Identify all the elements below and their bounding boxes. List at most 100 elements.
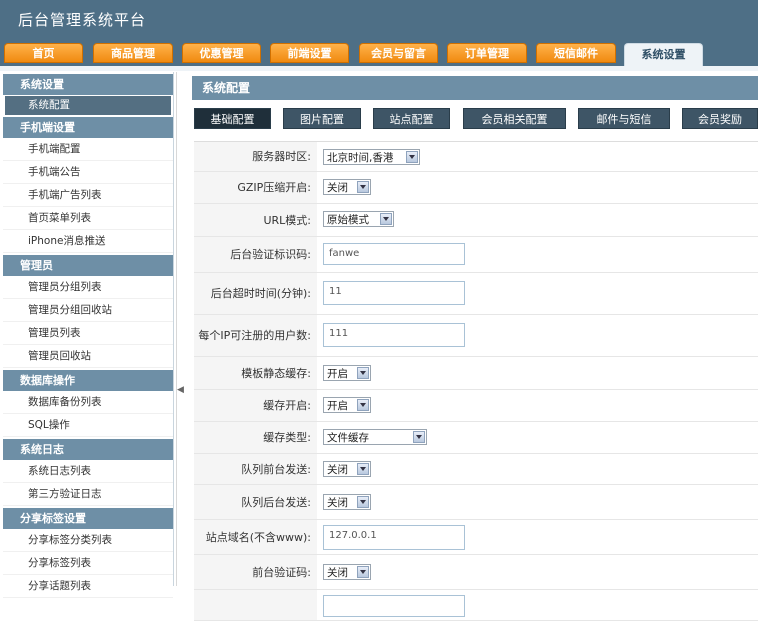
main-panel: 系统配置 基础配置 图片配置 站点配置 会员相关配置 邮件与短信 会员奖励 服务…	[184, 72, 758, 621]
tab-image-config[interactable]: 图片配置	[283, 108, 361, 129]
nav-tab-home[interactable]: 首页	[4, 43, 83, 63]
sidebar-item[interactable]: 分享话题列表	[3, 575, 173, 598]
field-label: 模板静态缓存:	[194, 357, 317, 389]
ip-limit-input[interactable]: 111	[323, 323, 465, 347]
config-form: 服务器时区: 北京时间,香港 GZIP压缩开启: 关闭 URL模式: 原始模式 …	[194, 141, 758, 621]
sidebar-group-title[interactable]: 数据库操作	[3, 370, 173, 391]
nav-tab-orders[interactable]: 订单管理	[447, 43, 527, 63]
sidebar-item[interactable]: 数据库备份列表	[3, 391, 173, 414]
form-row-timezone: 服务器时区: 北京时间,香港	[194, 142, 758, 172]
sidebar-item[interactable]: 手机端配置	[3, 138, 173, 161]
form-row-cache-type: 缓存类型: 文件缓存	[194, 422, 758, 454]
select-value: 关闭	[327, 567, 348, 579]
sidebar-group-title[interactable]: 管理员	[3, 255, 173, 276]
select-value: 开启	[327, 400, 348, 412]
gzip-select[interactable]: 关闭	[323, 179, 371, 195]
select-value: 原始模式	[327, 214, 369, 226]
sidebar-group-title[interactable]: 系统设置	[3, 74, 173, 95]
field-label	[194, 590, 317, 620]
nav-tab-members[interactable]: 会员与留言	[359, 43, 438, 63]
collapse-arrow-icon[interactable]: ◀	[177, 385, 184, 395]
sidebar: 系统设置 系统配置 手机端设置 手机端配置 手机端公告 手机端广告列表 首页菜单…	[3, 72, 174, 598]
select-value: 关闭	[327, 464, 348, 476]
tab-member-rewards[interactable]: 会员奖励	[682, 108, 758, 129]
field-label: URL模式:	[194, 204, 317, 236]
tab-email-sms[interactable]: 邮件与短信	[578, 108, 670, 129]
chevron-down-icon	[357, 399, 369, 411]
form-row-queue-back: 队列后台发送: 关闭	[194, 485, 758, 520]
form-row-gzip: GZIP压缩开启: 关闭	[194, 172, 758, 204]
sidebar-item-system-config[interactable]: 系统配置	[5, 96, 171, 115]
field-label: 每个IP可注册的用户数:	[194, 315, 317, 356]
sidebar-item[interactable]: 分享标签列表	[3, 552, 173, 575]
queue-back-select[interactable]: 关闭	[323, 494, 371, 510]
chevron-down-icon	[357, 566, 369, 578]
nav-tab-sms-email[interactable]: 短信邮件	[536, 43, 616, 63]
sidebar-group-title[interactable]: 系统日志	[3, 439, 173, 460]
chevron-down-icon	[357, 181, 369, 193]
page-title: 系统配置	[192, 76, 758, 100]
top-header: 后台管理系统平台 首页 商品管理 优惠管理 前端设置 会员与留言 订单管理 短信…	[0, 0, 758, 66]
field-label: 服务器时区:	[194, 142, 317, 171]
form-row-queue-front: 队列前台发送: 关闭	[194, 454, 758, 485]
sidebar-item[interactable]: 手机端公告	[3, 161, 173, 184]
sidebar-item[interactable]: iPhone消息推送	[3, 230, 173, 253]
select-value: 北京时间,香港	[327, 152, 394, 164]
field-label: 队列前台发送:	[194, 454, 317, 484]
sidebar-item[interactable]: 管理员分组列表	[3, 276, 173, 299]
form-row-cache-on: 缓存开启: 开启	[194, 390, 758, 422]
form-row-domain: 站点域名(不含www): 127.0.0.1	[194, 520, 758, 555]
timezone-select[interactable]: 北京时间,香港	[323, 149, 420, 165]
form-row-tpl-cache: 模板静态缓存: 开启	[194, 357, 758, 390]
field-label: 队列后台发送:	[194, 485, 317, 519]
tab-basic-config[interactable]: 基础配置	[194, 108, 271, 129]
cache-on-select[interactable]: 开启	[323, 397, 371, 413]
sidebar-item[interactable]: 首页菜单列表	[3, 207, 173, 230]
select-value: 关闭	[327, 497, 348, 509]
timeout-input[interactable]: 11	[323, 281, 465, 305]
url-mode-select[interactable]: 原始模式	[323, 211, 394, 227]
chevron-down-icon	[380, 213, 392, 225]
sidebar-item[interactable]: 第三方验证日志	[3, 483, 173, 506]
field-label: 后台验证标识码:	[194, 237, 317, 272]
sidebar-item[interactable]: 手机端广告列表	[3, 184, 173, 207]
domain-input[interactable]: 127.0.0.1	[323, 525, 465, 550]
nav-tab-system[interactable]: 系统设置	[624, 43, 703, 66]
nav-underline	[0, 66, 758, 71]
chevron-down-icon	[357, 463, 369, 475]
chevron-down-icon	[413, 431, 425, 443]
form-row-captcha: 前台验证码: 关闭	[194, 555, 758, 590]
sidebar-item[interactable]: 管理员回收站	[3, 345, 173, 368]
form-row-next	[194, 590, 758, 621]
app-title: 后台管理系统平台	[18, 11, 147, 29]
auth-code-input[interactable]: fanwe	[323, 243, 465, 265]
sidebar-group-title[interactable]: 手机端设置	[3, 117, 173, 138]
sidebar-splitter[interactable]	[176, 72, 183, 586]
queue-front-select[interactable]: 关闭	[323, 461, 371, 477]
field-label: 缓存类型:	[194, 422, 317, 453]
sidebar-item[interactable]: 分享标签分类列表	[3, 529, 173, 552]
tab-site-config[interactable]: 站点配置	[373, 108, 450, 129]
sidebar-group-title[interactable]: 分享标签设置	[3, 508, 173, 529]
tab-member-config[interactable]: 会员相关配置	[463, 108, 566, 129]
sidebar-item[interactable]: 管理员分组回收站	[3, 299, 173, 322]
sidebar-item[interactable]: SQL操作	[3, 414, 173, 437]
nav-tab-frontend[interactable]: 前端设置	[270, 43, 349, 63]
field-label: GZIP压缩开启:	[194, 172, 317, 203]
select-value: 开启	[327, 368, 348, 380]
field-label: 后台超时时间(分钟):	[194, 273, 317, 314]
captcha-select[interactable]: 关闭	[323, 564, 371, 580]
next-input[interactable]	[323, 595, 465, 617]
cache-type-select[interactable]: 文件缓存	[323, 429, 427, 445]
field-label: 站点域名(不含www):	[194, 520, 317, 554]
nav-tab-products[interactable]: 商品管理	[93, 43, 173, 63]
field-label: 前台验证码:	[194, 555, 317, 589]
sidebar-item[interactable]: 管理员列表	[3, 322, 173, 345]
nav-tab-promotions[interactable]: 优惠管理	[182, 43, 261, 63]
form-row-auth-code: 后台验证标识码: fanwe	[194, 237, 758, 273]
select-value: 文件缓存	[327, 432, 369, 444]
form-row-ip-limit: 每个IP可注册的用户数: 111	[194, 315, 758, 357]
sidebar-item[interactable]: 系统日志列表	[3, 460, 173, 483]
tpl-cache-select[interactable]: 开启	[323, 365, 371, 381]
form-row-url-mode: URL模式: 原始模式	[194, 204, 758, 237]
